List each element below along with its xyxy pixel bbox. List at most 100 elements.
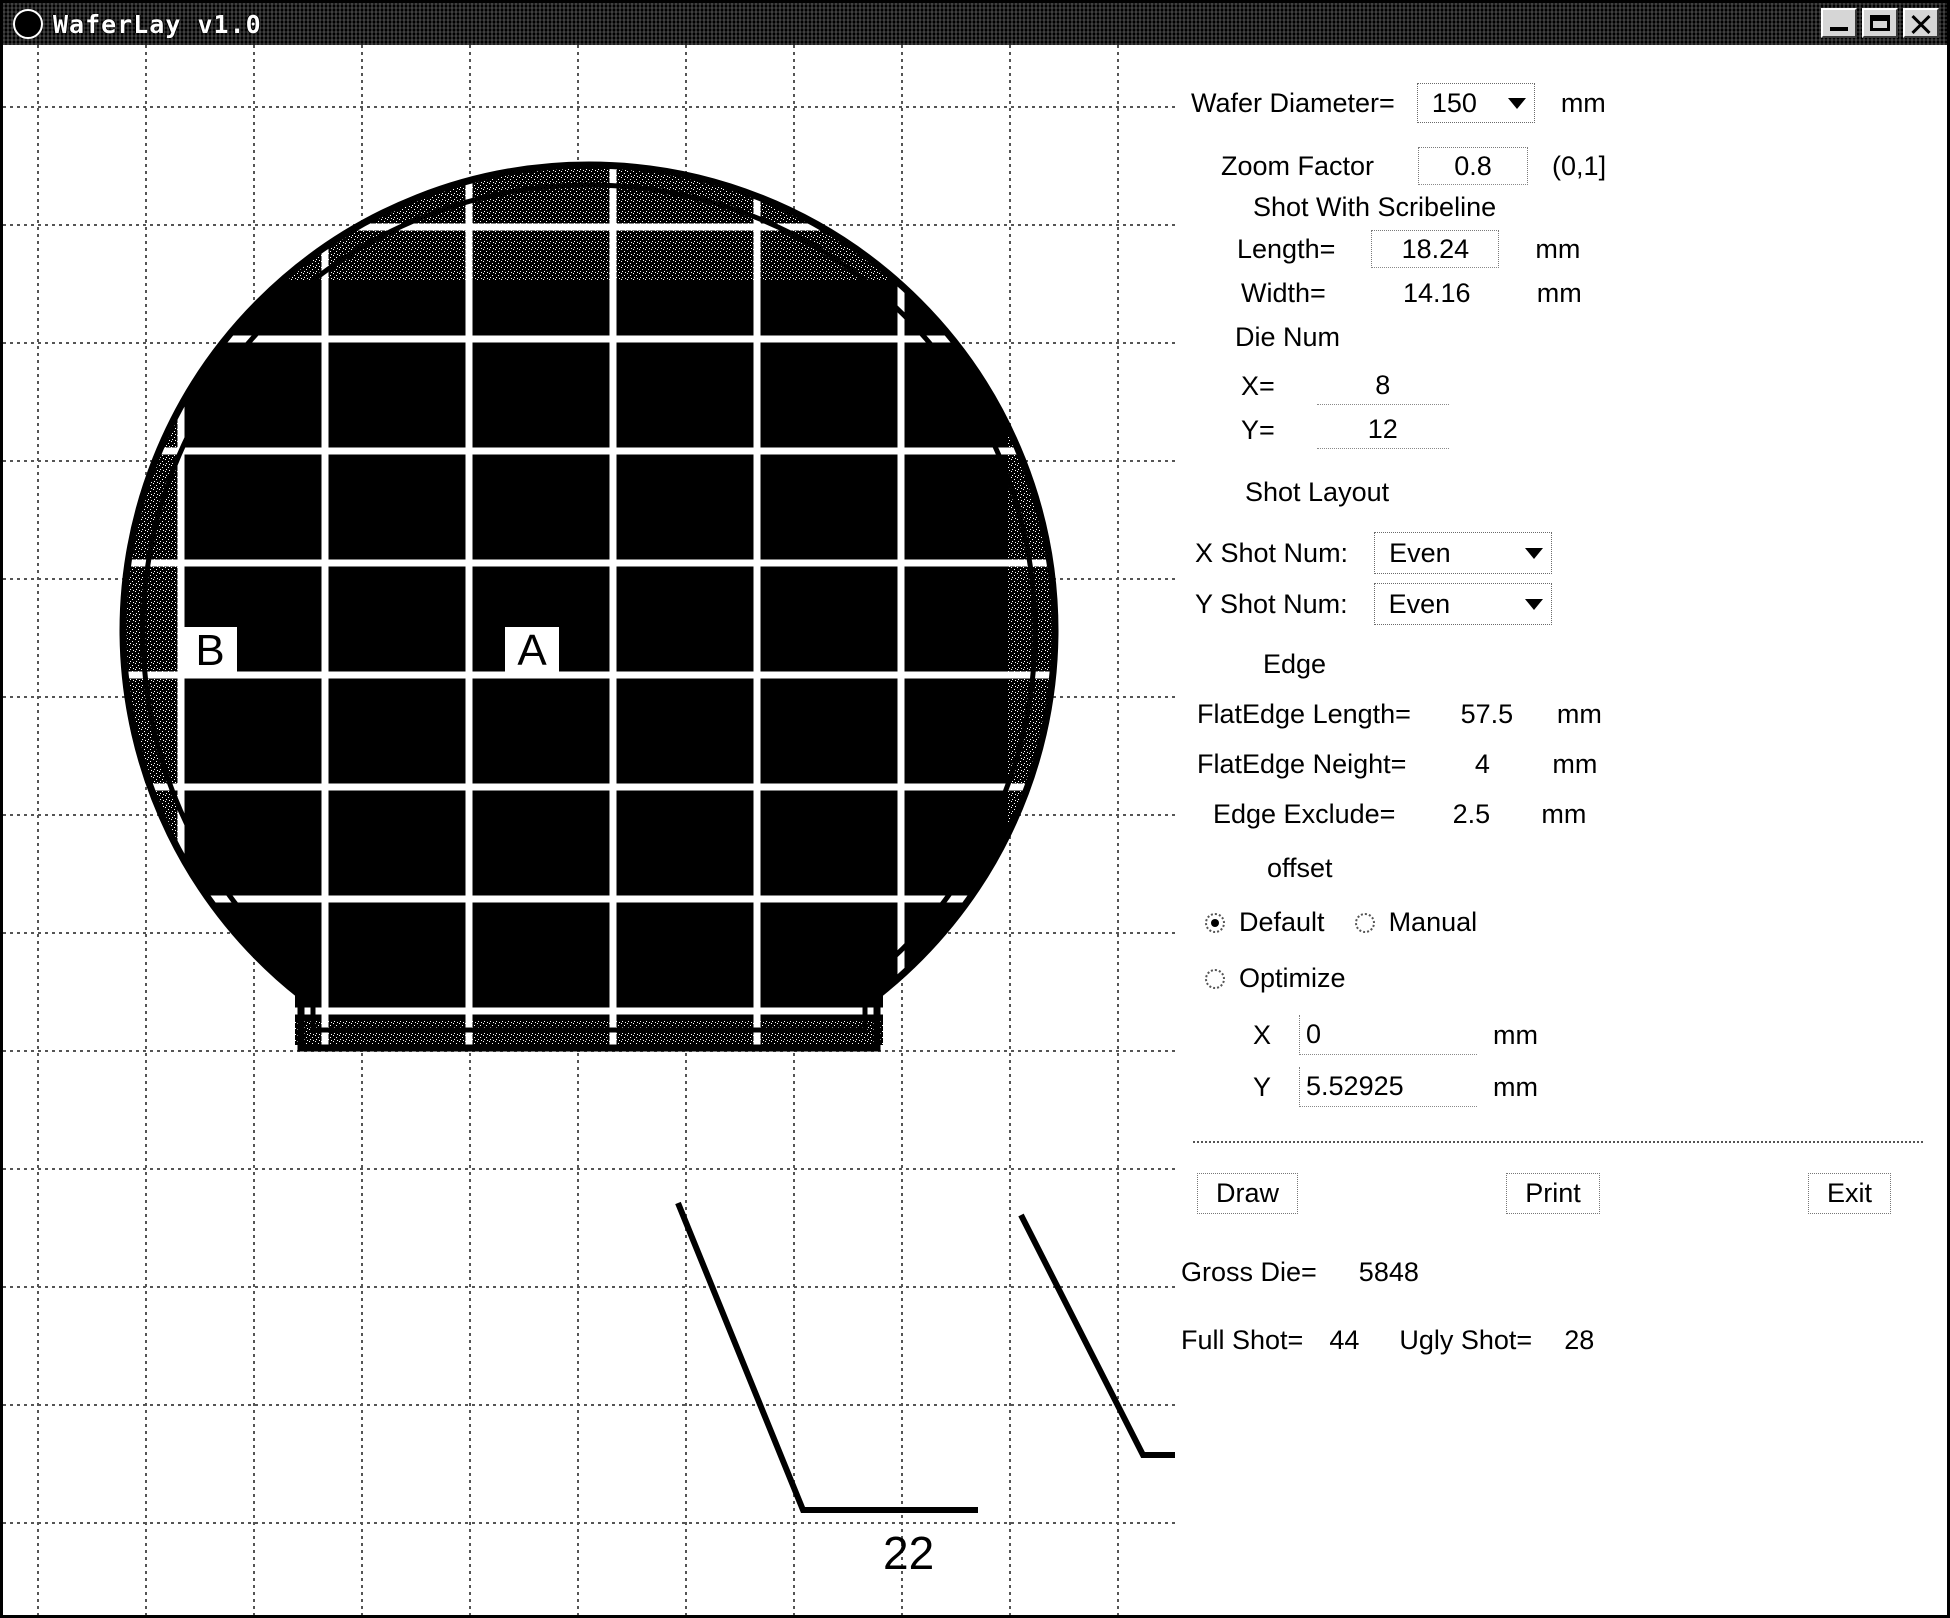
- offset-y-value: 5.52925: [1306, 1071, 1404, 1101]
- window-controls: [1821, 8, 1939, 38]
- y-shot-num-value: Even: [1388, 588, 1451, 619]
- flatedge-height-input[interactable]: 4: [1428, 745, 1537, 783]
- scribeline-width-unit: mm: [1536, 277, 1582, 308]
- minimize-icon[interactable]: [1821, 8, 1857, 38]
- x-shot-num-label: X Shot Num:: [1195, 537, 1349, 568]
- gross-die-row: Gross Die= 5848: [1181, 1257, 1419, 1288]
- flatedge-height-row: FlatEdge Neight= 4 mm: [1197, 745, 1597, 783]
- die-num-x-label: X=: [1241, 370, 1275, 401]
- die-num-y-input[interactable]: 12: [1316, 411, 1449, 449]
- offset-optimize-radio[interactable]: [1205, 968, 1225, 989]
- shot-layout-title: Shot Layout: [1245, 477, 1390, 507]
- die-num-x-value: 8: [1375, 370, 1391, 400]
- shot-with-scribeline-group-label: Shot With Scribeline: [1253, 192, 1496, 223]
- shot-with-scribeline-title: Shot With Scribeline: [1253, 192, 1497, 222]
- zoom-factor-input[interactable]: 0.8: [1418, 147, 1529, 185]
- wafer-map-svg: B A: [3, 45, 1175, 1615]
- offset-optimize-row: Optimize: [1205, 963, 1346, 994]
- title-bar: WaferLay v1.0: [3, 3, 1947, 45]
- region-label-b: B: [195, 626, 224, 675]
- offset-y-unit: mm: [1493, 1071, 1538, 1102]
- wafer-diameter-unit: mm: [1560, 87, 1606, 118]
- die-num-x-row: X= 8: [1241, 367, 1449, 405]
- edge-exclude-label: Edge Exclude=: [1213, 798, 1396, 829]
- print-button[interactable]: Print: [1506, 1173, 1600, 1214]
- edge-group-label: Edge: [1263, 649, 1326, 680]
- chevron-down-icon: [1524, 598, 1543, 610]
- region-label-a: A: [517, 626, 547, 675]
- offset-y-input[interactable]: 5.52925: [1299, 1067, 1478, 1107]
- die-num-y-row: Y= 12: [1241, 411, 1449, 449]
- ugly-shot-value: 28: [1564, 1325, 1595, 1355]
- scribeline-length-label: Length=: [1237, 233, 1336, 264]
- button-bar: Draw Print Exit: [1197, 1173, 1927, 1214]
- offset-x-row: X 0 mm: [1253, 1015, 1538, 1055]
- gross-die-label: Gross Die=: [1181, 1257, 1317, 1287]
- scribeline-width-value: 14.16: [1403, 277, 1471, 308]
- x-shot-num-combo[interactable]: Even: [1374, 532, 1553, 574]
- full-shot-label: Full Shot=: [1181, 1325, 1304, 1355]
- panel-divider: [1193, 1141, 1923, 1143]
- callout-22-label: 22: [883, 1527, 935, 1579]
- flatedge-height-unit: mm: [1552, 748, 1598, 779]
- die-num-x-input[interactable]: 8: [1316, 367, 1449, 405]
- edge-title: Edge: [1263, 649, 1327, 679]
- zoom-factor-row: Zoom Factor 0.8 (0,1]: [1221, 147, 1606, 185]
- scribeline-length-input[interactable]: 18.24: [1371, 230, 1500, 268]
- gross-die-value: 5848: [1358, 1257, 1419, 1287]
- scribeline-length-row: Length= 18.24 mm: [1237, 230, 1580, 268]
- maximize-icon[interactable]: [1862, 8, 1898, 38]
- offset-optimize-label: Optimize: [1239, 963, 1346, 993]
- full-shot-band: [178, 280, 1008, 1020]
- offset-manual-label: Manual: [1388, 907, 1478, 937]
- wafer-diameter-row: Wafer Diameter= 150 mm: [1191, 83, 1606, 123]
- edge-exclude-input[interactable]: 2.5: [1417, 795, 1526, 833]
- offset-default-radio[interactable]: [1205, 912, 1225, 933]
- wafer-diameter-value: 150: [1431, 87, 1477, 118]
- edge-exclude-value: 2.5: [1452, 798, 1491, 829]
- offset-y-label: Y: [1253, 1071, 1272, 1102]
- full-shot-value: 44: [1329, 1325, 1360, 1355]
- x-shot-num-row: X Shot Num: Even: [1195, 532, 1553, 574]
- flatedge-length-unit: mm: [1556, 698, 1602, 729]
- y-shot-num-label: Y Shot Num:: [1195, 588, 1348, 619]
- scribeline-width-input[interactable]: 14.16: [1372, 274, 1501, 312]
- ugly-shot-label: Ugly Shot=: [1399, 1325, 1533, 1355]
- wafer-diameter-label: Wafer Diameter=: [1191, 87, 1395, 118]
- flatedge-length-input[interactable]: 57.5: [1432, 695, 1541, 733]
- scribeline-length-value: 18.24: [1401, 233, 1470, 264]
- offset-x-value: 0: [1306, 1019, 1322, 1049]
- die-num-group-label: Die Num: [1235, 322, 1340, 353]
- flatedge-length-label: FlatEdge Length=: [1197, 698, 1411, 729]
- offset-x-label: X: [1253, 1019, 1272, 1050]
- chevron-down-icon: [1525, 547, 1544, 559]
- offset-manual-radio[interactable]: [1354, 912, 1375, 933]
- scribeline-width-label: Width=: [1241, 277, 1326, 308]
- y-shot-num-combo[interactable]: Even: [1373, 583, 1552, 625]
- offset-x-unit: mm: [1493, 1019, 1538, 1050]
- wafer-layout-window: WaferLay v1.0 B A 22 Wafer Diameter= 150…: [0, 0, 1950, 1618]
- flatedge-height-value: 4: [1474, 748, 1490, 779]
- window-title: WaferLay v1.0: [53, 9, 262, 39]
- scribeline-length-unit: mm: [1535, 233, 1581, 264]
- wafer-map-canvas[interactable]: B A: [3, 45, 1175, 1615]
- zoom-factor-value: 0.8: [1454, 150, 1492, 181]
- scribeline-width-row: Width= 14.16 mm: [1241, 274, 1582, 312]
- zoom-factor-range: (0,1]: [1552, 150, 1607, 181]
- die-num-title: Die Num: [1235, 322, 1341, 352]
- flatedge-length-value: 57.5: [1460, 698, 1514, 729]
- edge-exclude-row: Edge Exclude= 2.5 mm: [1213, 795, 1586, 833]
- offset-x-input[interactable]: 0: [1299, 1015, 1478, 1055]
- flatedge-height-label: FlatEdge Neight=: [1197, 748, 1407, 779]
- edge-exclude-unit: mm: [1541, 798, 1587, 829]
- die-num-y-value: 12: [1367, 414, 1398, 444]
- wafer-diameter-combo[interactable]: 150: [1416, 83, 1535, 123]
- offset-y-row: Y 5.52925 mm: [1253, 1067, 1538, 1107]
- offset-title: offset: [1267, 853, 1333, 883]
- exit-button[interactable]: Exit: [1807, 1173, 1891, 1214]
- zoom-factor-label: Zoom Factor: [1221, 150, 1375, 181]
- x-shot-num-value: Even: [1389, 537, 1451, 568]
- app-circle-icon[interactable]: [13, 9, 43, 39]
- close-icon[interactable]: [1903, 8, 1939, 38]
- draw-button[interactable]: Draw: [1197, 1173, 1299, 1214]
